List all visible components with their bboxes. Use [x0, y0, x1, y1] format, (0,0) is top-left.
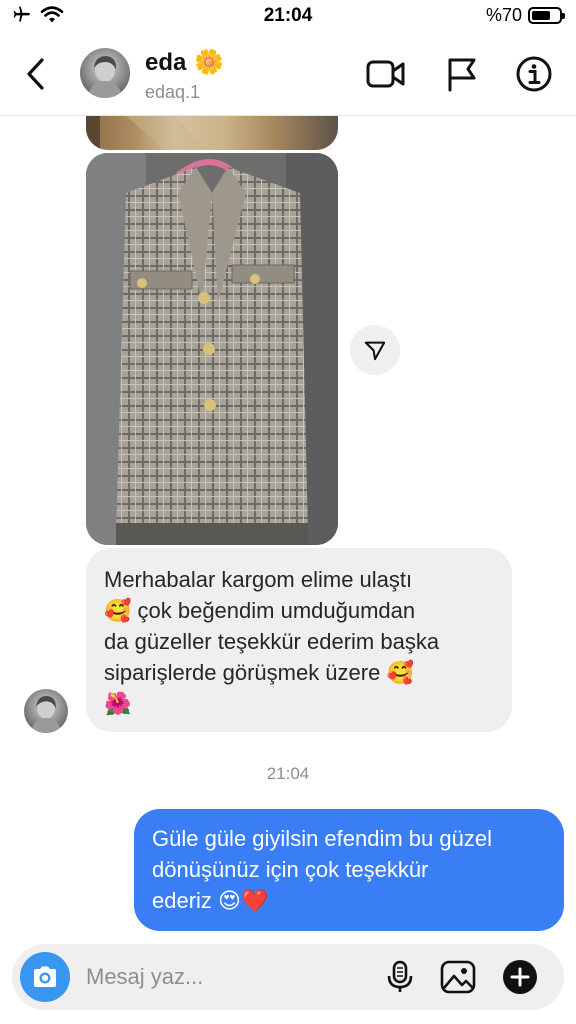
message-line: Güle güle giyilsin efendim bu güzel	[152, 826, 492, 851]
chat-header: eda 🌼 edaq.1	[0, 32, 576, 116]
contact-username: edaq.1	[145, 82, 201, 102]
video-call-button[interactable]	[366, 54, 406, 94]
info-button[interactable]	[514, 54, 554, 94]
message-composer	[12, 944, 564, 1010]
status-bar: 21:04 %70	[0, 0, 576, 32]
microphone-button[interactable]	[382, 959, 418, 995]
battery-icon	[528, 7, 565, 24]
flag-icon	[448, 58, 476, 92]
share-icon	[364, 341, 386, 361]
gallery-button[interactable]	[440, 959, 476, 995]
incoming-message[interactable]: Merhabalar kargom elime ulaştı 🥰 çok beğ…	[86, 548, 512, 732]
message-timestamp: 21:04	[266, 764, 310, 783]
battery-percent: %70	[485, 5, 522, 25]
back-icon	[27, 58, 44, 90]
message-line: siparişlerde görüşmek üzere 🥰	[104, 660, 414, 685]
message-line: 🥰 çok beğendim umduğumdan	[104, 598, 416, 623]
message-line: 🌺	[104, 691, 132, 716]
message-line: ederiz 😍❤️	[152, 888, 269, 913]
contact-name[interactable]: eda	[145, 49, 186, 77]
video-call-icon	[366, 60, 405, 88]
outgoing-message[interactable]: Güle güle giyilsin efendim bu güzel dönü…	[134, 809, 564, 931]
microphone-icon	[387, 960, 413, 992]
flower-icon: 🌼	[194, 49, 225, 76]
info-icon	[516, 56, 552, 92]
message-line: dönüşünüz için çok teşekkür	[152, 857, 429, 882]
back-button[interactable]	[20, 54, 52, 94]
plus-button[interactable]	[502, 959, 538, 995]
photo-message[interactable]	[86, 153, 338, 545]
gallery-icon	[440, 960, 476, 994]
camera-button[interactable]	[20, 952, 70, 1002]
avatar[interactable]	[80, 48, 130, 98]
message-line: da güzeller teşekkür ederim başka	[104, 629, 440, 654]
flag-button[interactable]	[442, 54, 482, 94]
message-line: Merhabalar kargom elime ulaştı	[104, 567, 413, 592]
message-input[interactable]	[86, 962, 366, 992]
camera-icon	[34, 966, 56, 987]
sender-avatar[interactable]	[24, 689, 68, 733]
plus-icon	[503, 960, 537, 994]
photo-message[interactable]	[86, 116, 338, 150]
share-button[interactable]	[350, 325, 400, 375]
battery-level	[532, 11, 550, 20]
